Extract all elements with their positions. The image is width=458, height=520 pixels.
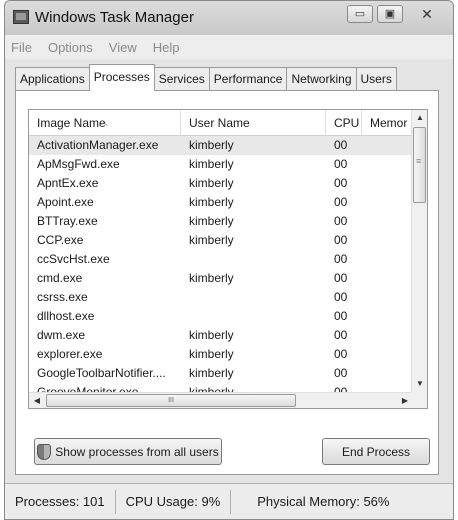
cell-cpu: 00 [334,138,348,152]
cell-cpu: 00 [334,214,348,228]
vertical-scroll-thumb[interactable] [413,127,426,203]
cell-cpu: 00 [334,252,348,266]
menu-bar: File Options View Help [5,35,453,59]
cell-image-name: explorer.exe [37,347,103,361]
table-row[interactable]: ApntEx.exe kimberly 00 [29,174,414,193]
column-user-name[interactable]: User Name [181,110,326,136]
tab-networking[interactable]: Networking [286,67,357,91]
column-memory[interactable]: Memor [362,110,413,136]
cell-image-name: Apoint.exe [37,195,94,209]
maximize-button[interactable]: ▣ [377,5,403,23]
cell-image-name: ApntEx.exe [37,176,99,190]
cell-cpu: 00 [334,347,348,361]
cell-cpu: 00 [334,195,348,209]
table-row[interactable]: ccSvcHst.exe 00 [29,250,414,269]
tab-strip: Applications Processes Services Performa… [15,64,397,91]
cell-user-name: kimberly [189,157,234,171]
show-all-processes-button[interactable]: Show processes from all users [34,438,222,465]
table-row[interactable]: cmd.exe kimberly 00 [29,269,414,288]
cell-image-name: BTTray.exe [37,214,98,228]
list-header: Image Name ︿ User Name CPU Memor [29,110,427,136]
scroll-left-icon[interactable]: ◀ [29,393,45,408]
shield-icon [37,443,52,460]
sort-ascending-icon: ︿ [99,117,109,127]
scroll-down-icon[interactable]: ▼ [412,376,427,392]
processes-panel: Image Name ︿ User Name CPU Memor Activat… [15,90,439,475]
window-title: Windows Task Manager [35,9,194,26]
cell-cpu: 00 [334,271,348,285]
table-row[interactable]: csrss.exe 00 [29,288,414,307]
cell-user-name: kimberly [189,138,234,152]
cell-cpu: 00 [334,157,348,171]
cell-cpu: 00 [334,366,348,380]
status-cpu-usage: CPU Usage: 9% [116,489,232,514]
cell-cpu: 00 [334,309,348,323]
cell-image-name: ccSvcHst.exe [37,252,110,266]
status-processes: Processes: 101 [5,489,116,514]
cell-image-name: cmd.exe [37,271,83,285]
cell-image-name: dwm.exe [37,328,86,342]
cell-image-name: CCP.exe [37,233,84,247]
tab-services[interactable]: Services [153,67,210,91]
status-physical-memory: Physical Memory: 56% [257,493,390,509]
window-controls: ▭ ▣ ✕ [347,5,447,23]
menu-help[interactable]: Help [153,40,180,55]
show-all-processes-label: Show processes from all users [55,444,219,459]
table-row[interactable]: CCP.exe kimberly 00 [29,231,414,250]
column-cpu[interactable]: CPU [326,110,362,136]
table-row[interactable]: dllhost.exe 00 [29,307,414,326]
minimize-button[interactable]: ▭ [347,5,373,23]
process-rows: ActivationManager.exe kimberly 00 ApMsgFwd.… [29,136,414,402]
column-image-name-label: Image Name [37,116,106,130]
vertical-scrollbar[interactable]: ▲ ▼ [411,110,427,392]
task-manager-window: Windows Task Manager ▭ ▣ ✕ File Options … [4,0,454,520]
table-row[interactable]: ActivationManager.exe kimberly 00 [29,136,414,155]
menu-file[interactable]: File [11,40,32,55]
tab-performance[interactable]: Performance [208,67,288,91]
title-bar[interactable]: Windows Task Manager ▭ ▣ ✕ [5,1,453,35]
scrollbar-corner [411,392,427,408]
scroll-up-icon[interactable]: ▲ [412,110,427,126]
cell-cpu: 00 [334,328,348,342]
table-row[interactable]: Apoint.exe kimberly 00 [29,193,414,212]
cell-user-name: kimberly [189,271,234,285]
horizontal-scrollbar[interactable]: ◀ III ▶ [29,392,413,408]
cell-user-name: kimberly [189,233,234,247]
menu-options[interactable]: Options [48,40,93,55]
cell-image-name: ApMsgFwd.exe [37,157,120,171]
horizontal-scroll-thumb[interactable]: III [46,394,296,407]
cell-cpu: 00 [334,290,348,304]
cell-user-name: kimberly [189,366,234,380]
tab-processes[interactable]: Processes [88,64,155,91]
table-row[interactable]: explorer.exe kimberly 00 [29,345,414,364]
tab-applications[interactable]: Applications [15,67,90,91]
cell-cpu: 00 [334,233,348,247]
task-manager-app-icon [13,10,29,24]
cell-cpu: 00 [334,176,348,190]
end-process-button[interactable]: End Process [322,438,430,465]
cell-image-name: dllhost.exe [37,309,95,323]
end-process-label: End Process [341,444,411,459]
cell-image-name: ActivationManager.exe [37,138,159,152]
tab-users[interactable]: Users [355,67,397,91]
status-bar: Processes: 101 CPU Usage: 9% Physical Me… [5,483,453,519]
table-row[interactable]: GoogleToolbarNotifier.... kimberly 00 [29,364,414,383]
table-row[interactable]: BTTray.exe kimberly 00 [29,212,414,231]
menu-view[interactable]: View [109,40,137,55]
cell-user-name: kimberly [189,347,234,361]
process-list[interactable]: Image Name ︿ User Name CPU Memor Activat… [28,109,428,409]
cell-user-name: kimberly [189,195,234,209]
cell-image-name: csrss.exe [37,290,88,304]
cell-user-name: kimberly [189,214,234,228]
cell-user-name: kimberly [189,328,234,342]
cell-user-name: kimberly [189,176,234,190]
table-row[interactable]: ApMsgFwd.exe kimberly 00 [29,155,414,174]
cell-image-name: GoogleToolbarNotifier.... [37,366,166,380]
table-row[interactable]: dwm.exe kimberly 00 [29,326,414,345]
close-button[interactable]: ✕ [407,5,447,23]
column-image-name[interactable]: Image Name ︿ [29,110,181,136]
